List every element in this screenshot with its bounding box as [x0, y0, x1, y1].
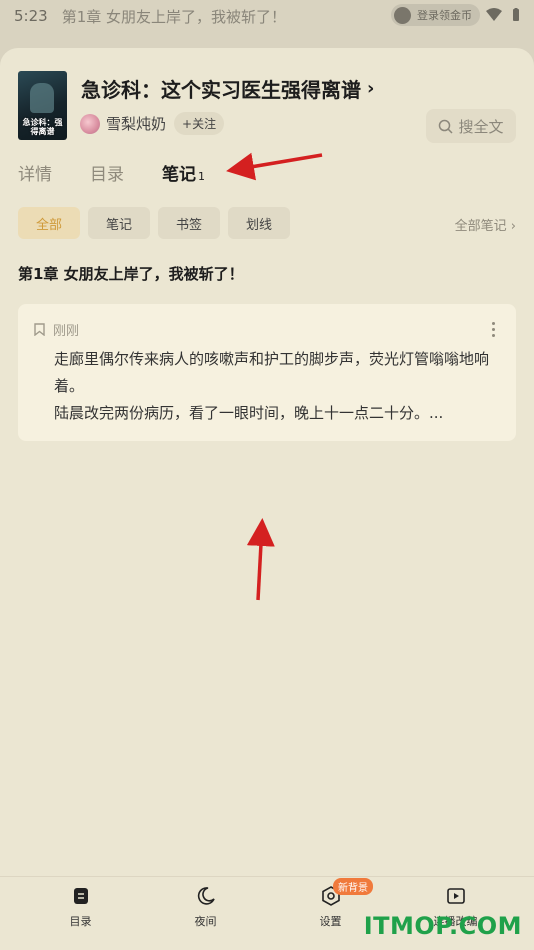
nav-catalog-label: 目录 [69, 915, 92, 928]
bookmark-icon [34, 323, 45, 336]
note-meta: 刚刚 [34, 320, 79, 339]
note-text: 走廊里偶尔传来病人的咳嗽声和护工的脚步声，荧光灯管嗡嗡地响着。 陆晨改完两份病历… [54, 346, 500, 427]
chevron-right-icon: › [506, 219, 516, 234]
video-icon [446, 888, 465, 904]
watermark: ITMOP.COM [363, 912, 522, 940]
coin-label: 登录领金币 [417, 9, 472, 22]
note-text-line1: 走廊里偶尔传来病人的咳嗽声和护工的脚步声，荧光灯管嗡嗡地响着。 [54, 350, 490, 395]
coin-pill[interactable]: 登录领金币 [391, 4, 480, 26]
status-right: 登录领金币 [391, 4, 524, 26]
wifi-icon [486, 8, 502, 21]
status-bar: 5:23 第1章 女朋友上岸了，我被斩了！ 登录领金币 [0, 0, 534, 32]
search-label: 搜全文 [458, 117, 504, 136]
filter-bookmarks[interactable]: 书签 [158, 207, 220, 239]
filter-highlights[interactable]: 划线 [228, 207, 290, 239]
catalog-icon [73, 888, 88, 904]
nav-catalog[interactable]: 目录 [18, 877, 143, 950]
new-background-badge: 新背景 [333, 878, 373, 895]
nav-night-label: 夜间 [194, 915, 217, 928]
tab-notes[interactable]: 笔记 1 [162, 160, 205, 185]
nav-settings-label: 设置 [319, 915, 342, 928]
cover-figure [30, 83, 54, 113]
tab-bar: 详情 目录 笔记 1 [18, 160, 243, 185]
tab-notes-count: 1 [198, 170, 205, 183]
follow-button[interactable]: +关注 [174, 112, 225, 135]
nav-night[interactable]: 夜间 [143, 877, 268, 950]
moon-icon [197, 887, 215, 905]
tab-notes-label: 笔记 [162, 165, 196, 185]
filter-chips: 全部 笔记 书签 划线 [18, 207, 290, 239]
note-text-line2: 陆晨改完两份病历，看了一眼时间，晚上十一点二十分。... [54, 404, 444, 422]
tab-catalog[interactable]: 目录 [90, 160, 124, 185]
cover-text: 急诊科：强得离谱 [22, 118, 63, 136]
note-time: 刚刚 [53, 324, 80, 339]
book-cover[interactable]: 急诊科：强得离谱 [18, 71, 67, 140]
book-title[interactable]: 急诊科：这个实习医生强得离谱 › [81, 74, 374, 103]
tab-details[interactable]: 详情 [18, 160, 52, 185]
chevron-right-icon: › [367, 78, 375, 99]
background-chapter-title: 第1章 女朋友上岸了，我被斩了！ [61, 7, 287, 26]
all-notes-link[interactable]: 全部笔记 › [455, 215, 516, 234]
filter-all[interactable]: 全部 [18, 207, 80, 239]
author-avatar[interactable] [80, 113, 100, 134]
author-name[interactable]: 雪梨炖奶 [106, 113, 166, 134]
book-sheet: 急诊科：强得离谱 急诊科：这个实习医生强得离谱 › 雪梨炖奶 +关注 搜全文 详… [0, 48, 534, 950]
more-options-icon[interactable] [492, 322, 496, 340]
coin-icon [394, 6, 411, 24]
author-row: 雪梨炖奶 +关注 [80, 112, 225, 135]
battery-icon [513, 8, 519, 21]
note-card[interactable]: 刚刚 走廊里偶尔传来病人的咳嗽声和护工的脚步声，荧光灯管嗡嗡地响着。 陆晨改完两… [18, 304, 516, 441]
chapter-title: 第1章 女朋友上岸了，我被斩了！ [18, 265, 244, 283]
search-icon [439, 119, 454, 134]
status-time: 5:23 [14, 7, 48, 25]
all-notes-label: 全部笔记 [454, 219, 507, 234]
filter-notes[interactable]: 笔记 [88, 207, 150, 239]
book-title-text: 急诊科：这个实习医生强得离谱 [81, 78, 361, 102]
search-full-text-button[interactable]: 搜全文 [426, 109, 516, 143]
